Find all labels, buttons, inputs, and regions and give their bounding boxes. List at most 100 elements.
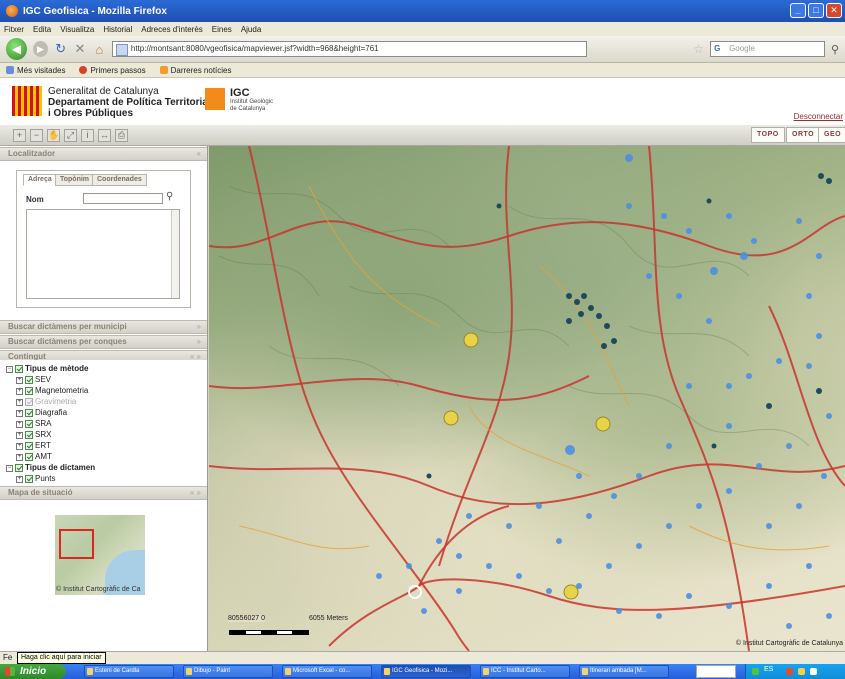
back-button[interactable]: ◀ [6, 38, 27, 60]
stop-icon[interactable]: ✕ [73, 41, 86, 57]
map-view[interactable]: 80556027 0 6055 Meters © Institut Cartog… [209, 146, 845, 651]
bookmark-primers-passos[interactable]: Primers passos [79, 66, 146, 75]
checkbox-icon[interactable] [25, 453, 33, 461]
taskbar-item-excel[interactable]: Microsoft Excel - co... [282, 665, 372, 678]
taskbar-thumbnail[interactable] [696, 665, 736, 678]
zoom-in-icon[interactable]: + [13, 129, 26, 142]
nom-input[interactable] [83, 193, 163, 204]
menu-fitxer[interactable]: Fitxer [4, 25, 24, 34]
tray-security-icon[interactable] [786, 668, 793, 675]
tree-group-metode[interactable]: − Tipus de mètode [6, 364, 88, 374]
expand-icon[interactable]: » [197, 336, 201, 348]
expand-icon[interactable]: + [16, 475, 23, 483]
map-button-topo[interactable]: TOPO [751, 127, 785, 143]
checkbox-icon[interactable] [15, 365, 23, 373]
panel-mapa-situacio-header[interactable]: Mapa de situació « » [0, 486, 207, 500]
menu-historial[interactable]: Historial [103, 25, 132, 34]
tree-item-magnetometria[interactable]: + Magnetometria [16, 386, 88, 396]
expand-icon[interactable]: + [16, 453, 23, 461]
taskbar-item-itinerari[interactable]: Itinerari ambada [M... [579, 665, 669, 678]
tree-item-srx[interactable]: + SRX [16, 430, 51, 440]
search-input[interactable]: Google [710, 41, 825, 57]
taskbar-item-explorer[interactable]: Esteni de Cardla [84, 665, 174, 678]
tree-group-dictamen[interactable]: − Tipus de dictamen [6, 463, 95, 473]
checkbox-icon[interactable] [25, 398, 33, 406]
expand-icon[interactable]: + [16, 442, 23, 450]
collapse-icon[interactable]: « » [190, 487, 201, 499]
print-icon[interactable]: ⎙ [115, 129, 128, 142]
bookmark-star-icon[interactable]: ☆ [693, 42, 704, 56]
tab-toponim[interactable]: Topònim [55, 174, 95, 186]
tree-item-amt[interactable]: + AMT [16, 452, 52, 462]
checkbox-icon[interactable] [25, 387, 33, 395]
search-icon[interactable]: ⚲ [831, 43, 839, 56]
menu-ajuda[interactable]: Ajuda [241, 25, 261, 34]
menu-visualitza[interactable]: Visualitza [60, 25, 94, 34]
collapse-icon[interactable]: « [197, 148, 201, 160]
tab-coordenades[interactable]: Coordenades [92, 174, 147, 186]
panel-title: Localitzador [8, 149, 56, 158]
start-button[interactable]: Inicio [0, 664, 66, 679]
localitzador-box: Adreça Topònim Coordenades Nom ⚲ [16, 170, 191, 308]
menu-adreces[interactable]: Adreces d'interès [141, 25, 203, 34]
tray-network-icon[interactable] [752, 668, 759, 675]
checkbox-icon[interactable] [25, 442, 33, 450]
expand-icon[interactable]: + [16, 431, 23, 439]
tree-item-punts[interactable]: + Punts [16, 474, 55, 484]
checkbox-icon[interactable] [25, 431, 33, 439]
expand-icon[interactable]: + [16, 420, 23, 428]
tab-adreca[interactable]: Adreça [23, 174, 57, 186]
tree-item-diagrafia[interactable]: + Diagrafia [16, 408, 67, 418]
url-bar[interactable]: http://montsant:8080/vgeofisica/mapviewe… [111, 41, 588, 57]
checkbox-icon[interactable] [25, 475, 33, 483]
overview-map[interactable] [55, 515, 145, 595]
forward-button[interactable]: ▶ [32, 41, 49, 57]
result-list[interactable] [26, 209, 180, 299]
tray-info-icon[interactable] [810, 668, 817, 675]
tray-volume-icon[interactable] [798, 668, 805, 675]
measure-icon[interactable]: ↔ [98, 129, 111, 142]
bookmark-mes-visitades[interactable]: Més visitades [6, 66, 65, 75]
minimize-button[interactable]: _ [790, 3, 806, 18]
result-scrollbar[interactable] [171, 210, 179, 298]
expand-icon[interactable]: + [16, 387, 23, 395]
menu-edita[interactable]: Edita [33, 25, 51, 34]
bookmark-darreres-noticies[interactable]: Darreres notícies [159, 66, 232, 75]
taskbar-item-paint[interactable]: Dibujo - Paint [183, 665, 273, 678]
collapse-icon[interactable]: − [6, 464, 13, 472]
maximize-button[interactable]: □ [808, 3, 824, 18]
checkbox-icon[interactable] [25, 376, 33, 384]
tree-item-sra[interactable]: + SRA [16, 419, 51, 429]
language-indicator[interactable]: ES [764, 666, 773, 673]
close-window-button[interactable]: ✕ [826, 3, 842, 18]
panel-buscar-municipi-header[interactable]: Buscar dictàmens per municipi » [0, 320, 207, 334]
tree-item-sev[interactable]: + SEV [16, 375, 51, 385]
expand-icon[interactable]: + [16, 398, 23, 406]
taskbar-item-icc[interactable]: ICC - Institut Carto... [480, 665, 570, 678]
reload-icon[interactable]: ↻ [54, 41, 67, 57]
pan-icon[interactable]: ✋ [47, 129, 60, 142]
panel-localitzador-header[interactable]: Localitzador « [0, 147, 207, 161]
full-extent-icon[interactable]: ⤢ [64, 129, 77, 142]
overview-extent-box[interactable] [59, 529, 94, 559]
tree-item-gravimetria[interactable]: + Gravimetria [16, 397, 76, 407]
checkbox-icon[interactable] [15, 464, 23, 472]
taskbar-item-firefox[interactable]: IGC Geofisica - Mozi... [381, 665, 471, 678]
expand-icon[interactable]: » [197, 321, 201, 333]
collapse-icon[interactable]: − [6, 365, 13, 373]
tree-item-ert[interactable]: + ERT [16, 441, 51, 451]
map-button-orto[interactable]: ORTO [786, 127, 821, 143]
info-icon[interactable]: i [81, 129, 94, 142]
home-icon[interactable]: ⌂ [93, 42, 106, 57]
menu-eines[interactable]: Eines [212, 25, 232, 34]
checkbox-icon[interactable] [25, 409, 33, 417]
logout-link[interactable]: Desconnectar [794, 112, 843, 121]
expand-icon[interactable]: + [16, 409, 23, 417]
map-button-geo[interactable]: GEO [818, 127, 845, 143]
search-icon[interactable]: ⚲ [166, 191, 173, 202]
expand-icon[interactable]: + [16, 376, 23, 384]
panel-title: Mapa de situació [8, 488, 73, 497]
zoom-out-icon[interactable]: − [30, 129, 43, 142]
panel-buscar-conques-header[interactable]: Buscar dictàmens per conques » [0, 335, 207, 349]
checkbox-icon[interactable] [25, 420, 33, 428]
